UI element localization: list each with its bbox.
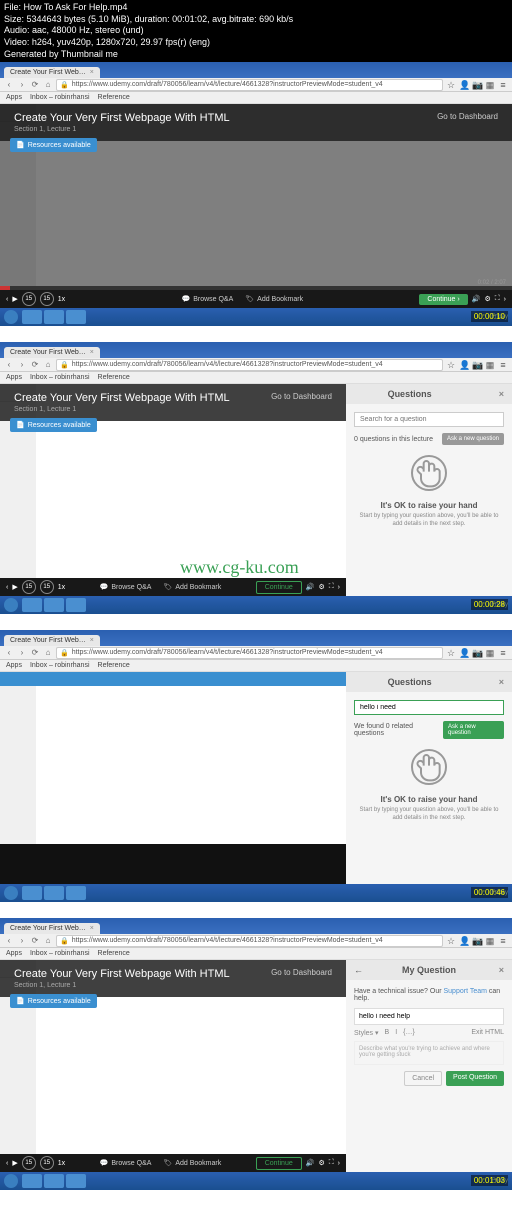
close-panel-icon[interactable]: × <box>499 389 504 399</box>
questions-panel: Questions × 0 questions in this lecture As… <box>346 384 512 596</box>
add-bookmark-button[interactable]: 🏷 Add Bookmark <box>245 295 303 303</box>
next-button[interactable]: › <box>504 296 506 303</box>
close-panel-icon[interactable]: × <box>499 677 504 687</box>
exit-html-button[interactable]: Exit HTML <box>471 1029 504 1037</box>
post-question-button[interactable]: Post Question <box>446 1071 504 1086</box>
code-button[interactable]: {…} <box>403 1029 415 1037</box>
frame-timestamp: 00:00:28 <box>471 599 508 610</box>
bookmark-apps[interactable]: Apps <box>6 94 22 101</box>
tech-issue-text: Have a technical issue? Our Support Team… <box>354 988 504 1002</box>
lecture-subtitle: Section 1, Lecture 1 <box>14 126 230 133</box>
frame-timestamp: 00:00:10 <box>471 311 508 322</box>
support-link[interactable]: Support Team <box>444 988 487 995</box>
hand-icon <box>411 749 447 785</box>
frame-timestamp: 00:01:03 <box>471 1175 508 1186</box>
browser-tabs: Create Your First Web…× <box>0 62 512 78</box>
prev-button[interactable]: ‹ <box>6 296 8 303</box>
continue-button[interactable]: Continue › <box>419 294 467 305</box>
question-count: 0 questions in this lecture <box>354 436 433 443</box>
file-metadata: File: How To Ask For Help.mp4 Size: 5344… <box>0 0 512 62</box>
ok-subtitle: Start by typing your question above, you… <box>354 513 504 529</box>
bold-button[interactable]: B <box>385 1029 390 1037</box>
player-controls: ‹ ▶ 15 15 1x 💬 Browse Q&A 🏷 Add Bookmark… <box>0 290 512 308</box>
panel-title: Questions <box>388 389 432 399</box>
ask-question-button[interactable]: Ask a new question <box>443 721 504 739</box>
ask-question-button[interactable]: Ask a new question <box>442 433 504 445</box>
url-input[interactable]: 🔒https://www.udemy.com/draft/780056/lear… <box>56 359 443 371</box>
related-count: We found 0 related questions <box>354 723 443 737</box>
frame-timestamp: 00:00:46 <box>471 887 508 898</box>
dashboard-link[interactable]: Go to Dashboard <box>437 112 498 121</box>
address-bar: ‹ › ⟳ ⌂ 🔒https://www.udemy.com/draft/780… <box>0 78 512 92</box>
resources-button[interactable]: 📄 Resources available <box>10 418 97 432</box>
user-icon[interactable]: 👤 <box>459 80 469 90</box>
fwd-15-button[interactable]: 15 <box>40 292 54 306</box>
search-question-input[interactable] <box>354 700 504 715</box>
start-button[interactable] <box>4 310 18 324</box>
grid-icon[interactable]: ▦ <box>485 80 495 90</box>
bookmark-reference[interactable]: Reference <box>98 94 130 101</box>
bookmarks-bar: Apps Inbox – robinrhansi Reference <box>0 92 512 104</box>
speed-button[interactable]: 1x <box>58 296 65 303</box>
search-question-input[interactable] <box>354 412 504 427</box>
forward-button[interactable]: › <box>17 80 27 89</box>
back-15-button[interactable]: 15 <box>22 292 36 306</box>
browser-tab[interactable]: Create Your First Web…× <box>4 923 100 934</box>
bookmark-inbox[interactable]: Inbox – robinrhansi <box>30 94 90 101</box>
reload-button[interactable]: ⟳ <box>30 80 40 89</box>
panel-title: My Question <box>346 965 512 975</box>
close-tab-icon[interactable]: × <box>90 69 94 76</box>
continue-button[interactable]: Continue <box>256 581 302 594</box>
resources-button[interactable]: 📄 Resources available <box>10 138 97 152</box>
fullscreen-icon[interactable]: ⛶ <box>495 295 500 303</box>
browser-tab[interactable]: Create Your First Web…× <box>4 67 100 78</box>
ok-raise-hand: It's OK to raise your hand <box>354 501 504 510</box>
browse-qa-button[interactable]: 💬 Browse Q&A <box>181 295 233 303</box>
questions-panel: Questions× We found 0 related questionsA… <box>346 672 512 884</box>
question-title-input[interactable] <box>354 1008 504 1025</box>
home-button[interactable]: ⌂ <box>43 80 53 89</box>
italic-button[interactable]: I <box>395 1029 397 1037</box>
styles-dropdown[interactable]: Styles ▾ <box>354 1029 379 1037</box>
browser-tab[interactable]: Create Your First Web…× <box>4 635 100 646</box>
browser-tab[interactable]: Create Your First Web…× <box>4 347 100 358</box>
lecture-title: Create Your Very First Webpage With HTML <box>14 112 230 124</box>
taskbar: Friday <box>0 308 512 326</box>
menu-icon[interactable]: ≡ <box>498 80 508 90</box>
question-description[interactable]: Describe what you're trying to achieve a… <box>354 1041 504 1065</box>
lock-icon: 🔒 <box>60 81 69 89</box>
settings-icon[interactable]: ⚙ <box>484 295 490 303</box>
back-button[interactable]: ‹ <box>4 80 14 89</box>
cancel-button[interactable]: Cancel <box>404 1071 442 1086</box>
watermark: www.cg-ku.com <box>180 557 299 578</box>
star-icon[interactable]: ☆ <box>446 80 456 90</box>
volume-icon[interactable]: 🔊 <box>472 295 481 303</box>
camera-icon[interactable]: 📷 <box>472 80 482 90</box>
play-button[interactable]: ▶ <box>12 295 17 303</box>
hand-icon <box>411 455 447 491</box>
url-input[interactable]: 🔒https://www.udemy.com/draft/780056/lear… <box>56 79 443 91</box>
my-question-panel: ← My Question × Have a technical issue? … <box>346 960 512 1172</box>
